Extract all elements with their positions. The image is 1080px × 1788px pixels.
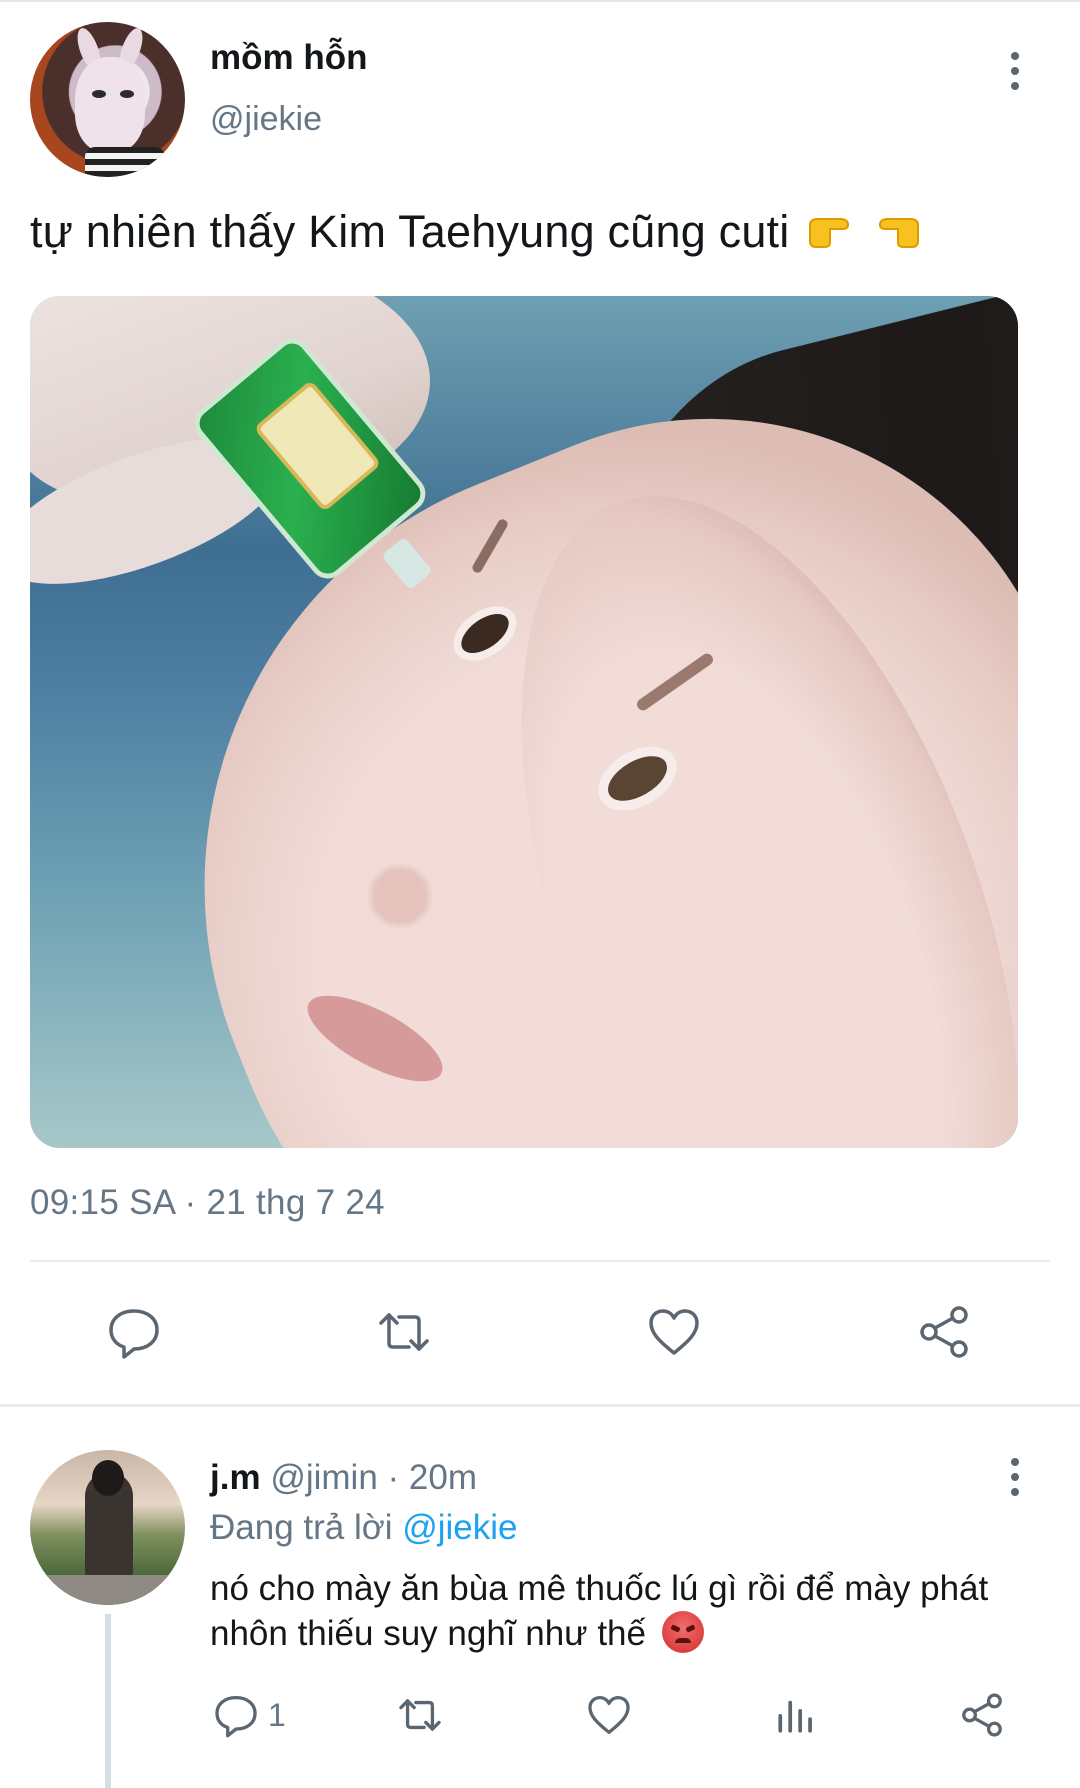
reply-action-bar: 1 bbox=[0, 1690, 1080, 1746]
tweet-text-content: tự nhiên thấy Kim Taehyung cũng cuti bbox=[30, 206, 790, 257]
author-handle[interactable]: @jiekie bbox=[210, 100, 322, 139]
author-avatar[interactable] bbox=[30, 22, 185, 177]
avatar-eye bbox=[120, 90, 134, 98]
tweet-action-bar bbox=[0, 1300, 1080, 1370]
tweet-media-image[interactable] bbox=[30, 296, 1018, 1148]
like-icon[interactable] bbox=[642, 1300, 706, 1364]
tweet-timestamp[interactable]: 09:15 SA · 21 thg 7 24 bbox=[30, 1183, 385, 1223]
avatar-head bbox=[92, 1460, 124, 1496]
reply-like-icon[interactable] bbox=[585, 1690, 633, 1740]
reply-text: nó cho mày ăn bùa mê thuốc lú gì rồi để … bbox=[210, 1566, 1010, 1656]
section-divider bbox=[0, 1404, 1080, 1407]
reply-icon bbox=[215, 1695, 257, 1738]
retweet-icon[interactable] bbox=[372, 1300, 436, 1364]
reply-header: j.m @jimin · 20m bbox=[210, 1458, 477, 1498]
more-options-icon[interactable] bbox=[1000, 52, 1030, 92]
avatar-face bbox=[75, 57, 145, 152]
reply-text-content: nó cho mày ăn bùa mê thuốc lú gì rồi để … bbox=[210, 1569, 989, 1653]
reply-more-options-icon[interactable] bbox=[1000, 1458, 1030, 1498]
avatar-shirt bbox=[85, 147, 165, 177]
pointing-right-emoji-icon bbox=[806, 210, 862, 250]
replying-mention-link[interactable]: @jiekie bbox=[402, 1508, 517, 1547]
reply-author-handle[interactable]: @jimin bbox=[270, 1458, 377, 1497]
share-icon[interactable] bbox=[912, 1300, 976, 1364]
replying-prefix: Đang trả lời bbox=[210, 1508, 393, 1547]
pointing-left-emoji-icon bbox=[866, 210, 922, 250]
avatar-ledge bbox=[30, 1575, 185, 1605]
reply-count: 1 bbox=[268, 1696, 286, 1733]
reply-icon[interactable] bbox=[102, 1300, 166, 1364]
analytics-icon[interactable] bbox=[772, 1690, 820, 1740]
image-nose bbox=[360, 856, 440, 936]
reply-reply-button[interactable]: 1 bbox=[212, 1690, 286, 1740]
reply-author-name[interactable]: j.m bbox=[210, 1458, 261, 1497]
replying-to: Đang trả lời @jiekie bbox=[210, 1508, 518, 1548]
reply-author-avatar[interactable] bbox=[30, 1450, 185, 1605]
top-divider bbox=[0, 0, 1080, 2]
avatar-eye bbox=[92, 90, 106, 98]
divider bbox=[30, 1260, 1050, 1262]
author-display-name[interactable]: mồm hỗn bbox=[210, 38, 367, 78]
reply-time: · 20m bbox=[387, 1458, 477, 1497]
pouting-face-emoji-icon bbox=[661, 1611, 704, 1653]
tweet-text: tự nhiên thấy Kim Taehyung cũng cuti bbox=[30, 206, 922, 258]
reply-retweet-icon[interactable] bbox=[396, 1690, 444, 1740]
reply-share-icon[interactable] bbox=[958, 1690, 1006, 1740]
